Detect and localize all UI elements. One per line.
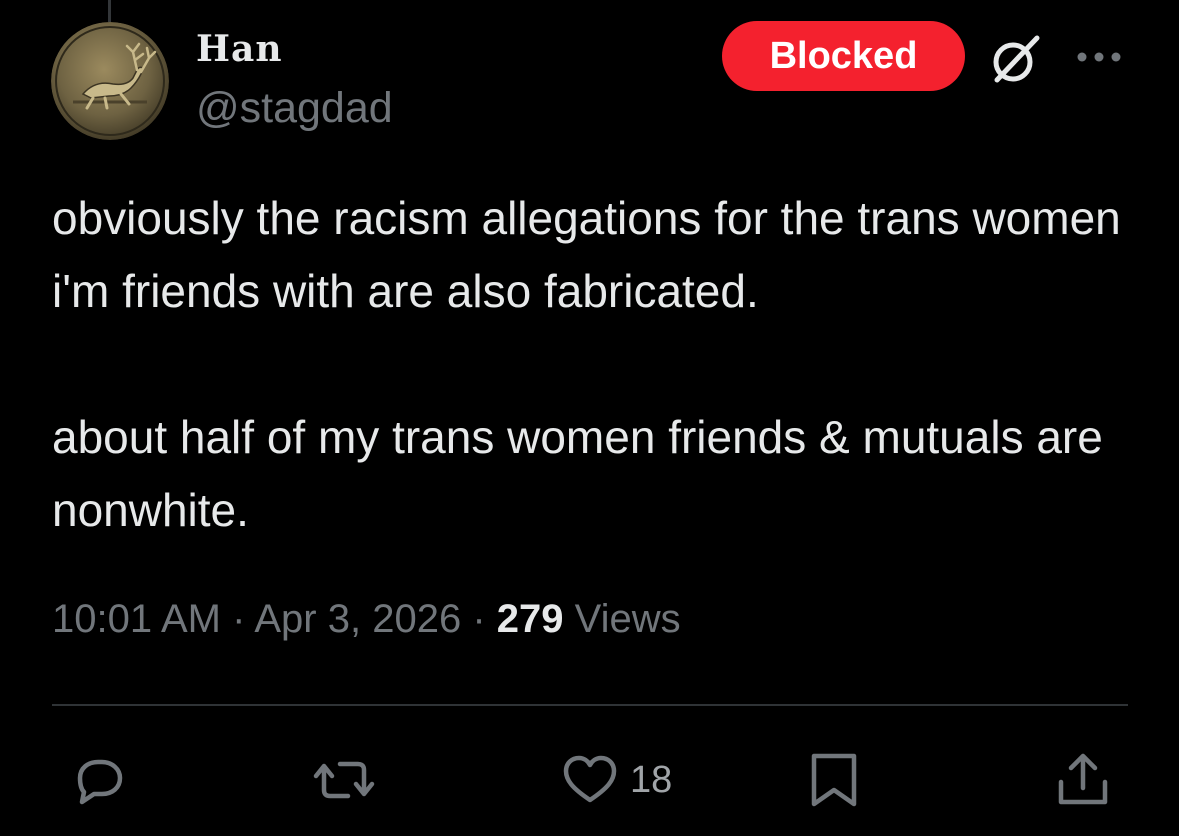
tweet-time[interactable]: 10:01 AM <box>52 597 221 641</box>
blocked-button[interactable]: Blocked <box>722 21 965 91</box>
grok-icon[interactable] <box>987 30 1045 88</box>
divider <box>52 704 1128 706</box>
bookmark-icon <box>811 753 857 807</box>
like-button[interactable]: 18 <box>560 750 672 810</box>
heart-icon <box>563 755 617 803</box>
tweet-paragraph: obviously the racism allegations for the… <box>52 192 1121 317</box>
share-icon <box>1058 753 1108 805</box>
tweet-date[interactable]: Apr 3, 2026 <box>254 597 461 641</box>
tweet-meta: 10:01 AM · Apr 3, 2026 · 279 Views <box>52 597 681 642</box>
share-button[interactable] <box>1053 750 1113 810</box>
more-icon[interactable] <box>1074 42 1124 72</box>
repost-icon <box>313 761 375 799</box>
tweet-paragraph: about half of my trans women friends & m… <box>52 411 1103 536</box>
like-count: 18 <box>630 758 673 801</box>
meta-separator: · <box>232 597 246 641</box>
stag-medallion-icon <box>51 22 169 140</box>
thread-line <box>108 0 111 22</box>
avatar[interactable] <box>51 22 169 140</box>
tweet-detail: Han @stagdad Blocked obviously the racis… <box>0 0 1179 836</box>
bookmark-button[interactable] <box>806 750 862 810</box>
reply-button[interactable] <box>66 750 126 810</box>
tweet-text: obviously the racism allegations for the… <box>52 182 1142 547</box>
meta-separator: · <box>472 597 486 641</box>
views-label: Views <box>574 597 681 641</box>
display-name[interactable]: Han <box>196 28 283 70</box>
reply-icon <box>77 759 123 805</box>
repost-button[interactable] <box>312 750 376 810</box>
views-count: 279 <box>496 597 564 641</box>
handle[interactable]: @stagdad <box>196 84 393 133</box>
